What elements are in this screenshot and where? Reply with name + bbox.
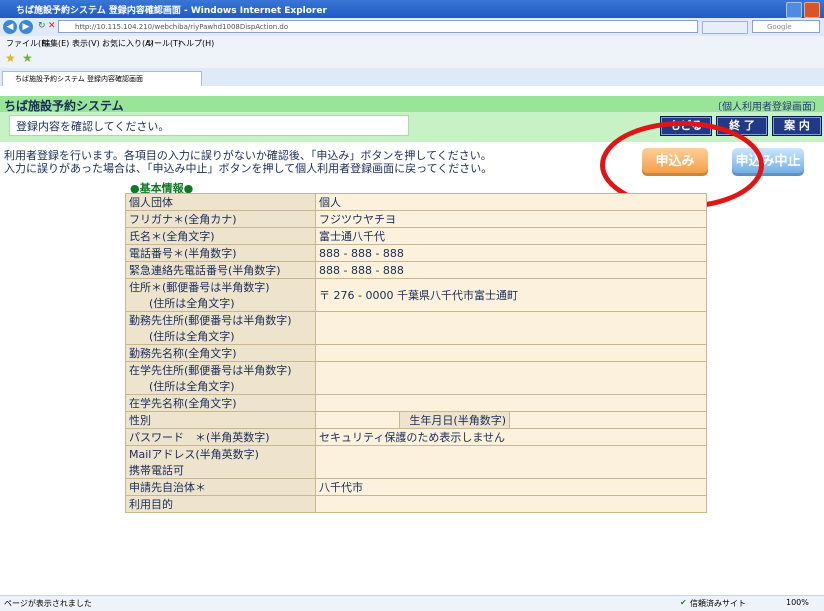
birthdate-label: 生年月日(半角数字) <box>399 411 510 429</box>
value-cell <box>315 361 707 395</box>
label-line: Mailアドレス(半角英数字) <box>129 448 259 461</box>
value-cell <box>315 495 707 513</box>
label-cell: パスワード ＊(半角英数字) <box>125 428 316 446</box>
end-button[interactable]: 終 了 <box>716 116 768 136</box>
table-row: 在学先名称(全角文字) <box>125 394 707 412</box>
table-row: 氏名＊(全角文字) 富士通八千代 <box>125 227 707 245</box>
stop-icon[interactable]: ✕ <box>48 21 56 31</box>
label-cell: 電話番号＊(半角数字) <box>125 244 316 262</box>
label-line: 住所＊(郵便番号は半角数字) <box>129 281 270 294</box>
value-cell: 八千代市 <box>315 478 707 496</box>
add-favorite-icon[interactable]: ★ <box>22 51 33 65</box>
info-table: 個人団体 個人 フリガナ＊(全角カナ) フジツウヤチヨ 氏名＊(全角文字) 富士… <box>125 193 707 513</box>
menu-edit[interactable]: 編集(E) <box>42 38 69 49</box>
address-actions[interactable] <box>702 21 748 34</box>
refresh-icon[interactable]: ↻ <box>38 21 46 31</box>
birthdate-value <box>509 411 707 429</box>
menu-help[interactable]: ヘルプ(H) <box>178 38 214 49</box>
value-cell: 個人 <box>315 193 707 211</box>
label-subline: (住所は全角文字) <box>149 380 235 393</box>
menu-bar: ファイル(F) 編集(E) 表示(V) お気に入り(A) ツール(T) ヘルプ(… <box>0 36 824 50</box>
app-header: ちば施設予約システム 〔個人利用者登録画面〕 <box>0 96 824 113</box>
value-cell: セキュリティ保護のため表示しません <box>315 428 707 446</box>
table-row: 性別 生年月日(半角数字) <box>125 411 707 429</box>
guide-button[interactable]: 案 内 <box>772 116 822 136</box>
table-row: 個人団体 個人 <box>125 193 707 211</box>
value-cell <box>315 445 707 479</box>
favorites-bar: ★ ★ <box>0 50 824 69</box>
back-icon[interactable]: ◀ <box>3 20 17 34</box>
label-cell: フリガナ＊(全角カナ) <box>125 210 316 228</box>
screen-tag: 〔個人利用者登録画面〕 <box>712 102 822 113</box>
table-row: 在学先住所(郵便番号は半角数字) (住所は全角文字) <box>125 361 707 395</box>
cancel-apply-button[interactable]: 申込み中止 <box>732 148 804 176</box>
table-row: 緊急連絡先電話番号(半角数字) 888 - 888 - 888 <box>125 261 707 279</box>
menu-view[interactable]: 表示(V) <box>72 38 100 49</box>
status-message: 登録内容を確認してください。 <box>9 115 409 136</box>
tab-strip: ちば施設予約システム 登録内容確認画面 <box>0 68 824 86</box>
table-row: パスワード ＊(半角英数字) セキュリティ保護のため表示しません <box>125 428 707 446</box>
browser-tab[interactable]: ちば施設予約システム 登録内容確認画面 <box>2 71 202 86</box>
label-cell: 勤務先住所(郵便番号は半角数字) (住所は全角文字) <box>125 311 316 345</box>
label-cell: 利用目的 <box>125 495 316 513</box>
table-row: Mailアドレス(半角英数字) 携帯電話可 <box>125 445 707 479</box>
value-cell: 富士通八千代 <box>315 227 707 245</box>
label-cell: 氏名＊(全角文字) <box>125 227 316 245</box>
status-bar: ページが表示されました ✔ 信頼済みサイト 100% <box>0 595 824 611</box>
zoom-level[interactable]: 100% <box>786 598 809 607</box>
forward-icon[interactable]: ▶ <box>19 20 33 34</box>
instruction-line-2: 入力に誤りがあった場合は、「申込み中止」ボタンを押して個人利用者登録画面に戻って… <box>4 162 493 175</box>
zone-label: 信頼済みサイト <box>690 599 746 608</box>
value-cell <box>315 344 707 362</box>
back-button[interactable]: もどる <box>660 116 712 136</box>
status-text: ページが表示されました <box>4 599 92 608</box>
table-row: フリガナ＊(全角カナ) フジツウヤチヨ <box>125 210 707 228</box>
window-title: ちば施設予約システム 登録内容確認画面 - Windows Internet E… <box>16 6 327 16</box>
trusted-site-icon: ✔ <box>680 598 687 607</box>
apply-button[interactable]: 申込み <box>642 148 708 176</box>
label-cell: 個人団体 <box>125 193 316 211</box>
value-cell <box>315 411 400 429</box>
label-cell: Mailアドレス(半角英数字) 携帯電話可 <box>125 445 316 479</box>
label-cell: 性別 <box>125 411 316 429</box>
table-row: 電話番号＊(半角数字) 888 - 888 - 888 <box>125 244 707 262</box>
value-cell <box>315 311 707 345</box>
table-row: 住所＊(郵便番号は半角数字) (住所は全角文字) 〒 276 - 0000 千葉… <box>125 278 707 312</box>
table-row: 勤務先名称(全角文字) <box>125 344 707 362</box>
label-cell: 申請先自治体＊ <box>125 478 316 496</box>
label-cell: 緊急連絡先電話番号(半角数字) <box>125 261 316 279</box>
table-row: 利用目的 <box>125 495 707 513</box>
minimize-icon[interactable] <box>786 2 802 18</box>
label-cell: 住所＊(郵便番号は半角数字) (住所は全角文字) <box>125 278 316 312</box>
value-cell <box>315 394 707 412</box>
value-cell: 888 - 888 - 888 <box>315 244 707 262</box>
favorites-star-icon[interactable]: ★ <box>5 51 16 65</box>
value-cell: 〒 276 - 0000 千葉県八千代市富士通町 <box>315 278 707 312</box>
address-toolbar: ◀ ▶ ↻ ✕ http://10.115.104.210/webchiba/r… <box>0 18 824 37</box>
table-row: 申請先自治体＊ 八千代市 <box>125 478 707 496</box>
search-input[interactable]: Google <box>752 20 820 33</box>
close-icon[interactable] <box>804 2 820 18</box>
value-cell: 888 - 888 - 888 <box>315 261 707 279</box>
message-band: 登録内容を確認してください。 もどる 終 了 案 内 <box>0 112 824 142</box>
label-line: 在学先住所(郵便番号は半角数字) <box>129 364 292 377</box>
label-line: 勤務先住所(郵便番号は半角数字) <box>129 314 292 327</box>
value-cell: フジツウヤチヨ <box>315 210 707 228</box>
label-cell: 在学先住所(郵便番号は半角数字) (住所は全角文字) <box>125 361 316 395</box>
label-cell: 在学先名称(全角文字) <box>125 394 316 412</box>
window-titlebar: ちば施設予約システム 登録内容確認画面 - Windows Internet E… <box>0 0 824 18</box>
label-subline: (住所は全角文字) <box>149 297 235 310</box>
address-bar[interactable]: http://10.115.104.210/webchiba/riyPawhd1… <box>58 20 698 33</box>
label-subline: 携帯電話可 <box>129 464 184 477</box>
label-subline: (住所は全角文字) <box>149 330 235 343</box>
menu-tools[interactable]: ツール(T) <box>146 38 181 49</box>
label-cell: 勤務先名称(全角文字) <box>125 344 316 362</box>
table-row: 勤務先住所(郵便番号は半角数字) (住所は全角文字) <box>125 311 707 345</box>
